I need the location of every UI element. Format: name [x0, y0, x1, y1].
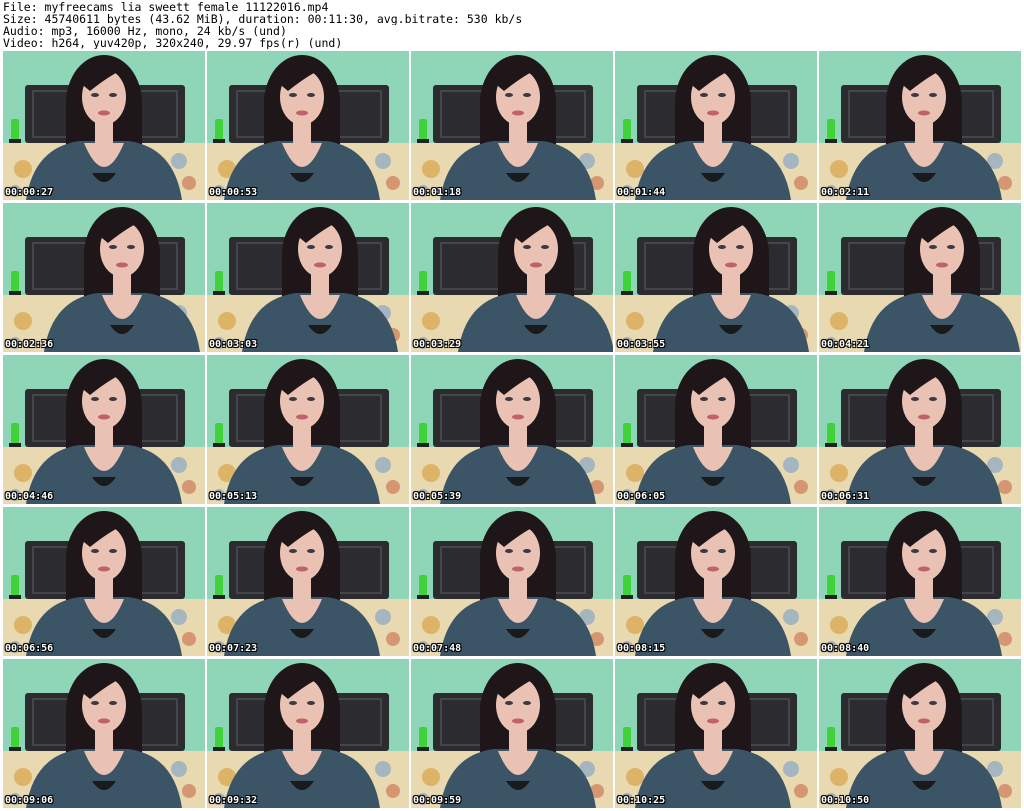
video-frame-image [3, 51, 205, 200]
video-thumbnail: 00:02:36 [3, 203, 205, 352]
video-thumbnail: 00:10:25 [615, 659, 817, 808]
thumbnail-timestamp: 00:03:55 [617, 339, 666, 350]
thumbnail-timestamp: 00:07:48 [413, 643, 462, 654]
thumbnail-timestamp: 00:02:36 [5, 339, 54, 350]
video-thumbnail: 00:08:40 [819, 507, 1021, 656]
thumbnail-timestamp: 00:02:11 [821, 187, 870, 198]
video-thumbnail: 00:07:48 [411, 507, 613, 656]
audio-info-line: Audio: mp3, 16000 Hz, mono, 24 kb/s (und… [3, 25, 287, 37]
video-thumbnail: 00:06:05 [615, 355, 817, 504]
video-thumbnail: 00:06:31 [819, 355, 1021, 504]
thumbnail-timestamp: 00:03:29 [413, 339, 462, 350]
thumbnail-timestamp: 00:05:39 [413, 491, 462, 502]
thumbnail-timestamp: 00:10:25 [617, 795, 666, 806]
thumbnail-timestamp: 00:04:46 [5, 491, 54, 502]
thumbnail-timestamp: 00:06:05 [617, 491, 666, 502]
video-thumbnail: 00:07:23 [207, 507, 409, 656]
video-frame-image [819, 355, 1021, 504]
file-info-header: File: myfreecams_lia_sweett_female_11122… [3, 1, 1021, 49]
video-frame-image [615, 659, 817, 808]
video-frame-image [3, 507, 205, 656]
thumbnail-timestamp: 00:00:27 [5, 187, 54, 198]
video-thumbnail: 00:09:59 [411, 659, 613, 808]
video-thumbnail: 00:01:44 [615, 51, 817, 200]
thumbnail-timestamp: 00:09:06 [5, 795, 54, 806]
thumbnail-timestamp: 00:07:23 [209, 643, 258, 654]
video-thumbnail: 00:03:55 [615, 203, 817, 352]
file-name-line: File: myfreecams_lia_sweett_female_11122… [3, 1, 329, 13]
video-frame-image [207, 355, 409, 504]
video-thumbnail: 00:10:50 [819, 659, 1021, 808]
video-thumbnail: 00:04:46 [3, 355, 205, 504]
thumbnail-timestamp: 00:03:03 [209, 339, 258, 350]
thumbnail-grid: 00:00:27 00:00:53 00:01:18 00:01:44 00:02:11… [3, 51, 1021, 811]
thumbnail-timestamp: 00:00:53 [209, 187, 258, 198]
video-thumbnail: 00:02:11 [819, 51, 1021, 200]
video-frame-image [411, 203, 613, 352]
video-frame-image [3, 355, 205, 504]
file-size-line: Size: 45740611 bytes (43.62 MiB), durati… [3, 13, 523, 25]
thumbnail-timestamp: 00:01:44 [617, 187, 666, 198]
video-frame-image [819, 507, 1021, 656]
thumbnail-timestamp: 00:06:31 [821, 491, 870, 502]
thumbnail-timestamp: 00:04:21 [821, 339, 870, 350]
thumbnail-timestamp: 00:06:56 [5, 643, 54, 654]
thumbnail-timestamp: 00:09:32 [209, 795, 258, 806]
video-thumbnail: 00:04:21 [819, 203, 1021, 352]
video-frame-image [411, 355, 613, 504]
thumbnail-timestamp: 00:01:18 [413, 187, 462, 198]
video-thumbnail: 00:08:15 [615, 507, 817, 656]
video-frame-image [207, 659, 409, 808]
video-frame-image [819, 203, 1021, 352]
video-frame-image [819, 659, 1021, 808]
thumbnail-timestamp: 00:08:40 [821, 643, 870, 654]
video-thumbnail: 00:09:32 [207, 659, 409, 808]
video-thumbnail: 00:06:56 [3, 507, 205, 656]
thumbnail-timestamp: 00:08:15 [617, 643, 666, 654]
video-frame-image [411, 659, 613, 808]
video-frame-image [207, 203, 409, 352]
video-frame-image [615, 203, 817, 352]
video-frame-image [207, 507, 409, 656]
video-frame-image [615, 507, 817, 656]
video-frame-image [3, 203, 205, 352]
video-frame-image [3, 659, 205, 808]
video-frame-image [615, 51, 817, 200]
thumbnail-timestamp: 00:09:59 [413, 795, 462, 806]
video-frame-image [615, 355, 817, 504]
thumbnail-timestamp: 00:05:13 [209, 491, 258, 502]
video-frame-image [207, 51, 409, 200]
video-frame-image [411, 507, 613, 656]
video-thumbnail: 00:00:53 [207, 51, 409, 200]
video-thumbnail: 00:05:39 [411, 355, 613, 504]
video-thumbnail: 00:00:27 [3, 51, 205, 200]
video-frame-image [411, 51, 613, 200]
video-info-line: Video: h264, yuv420p, 320x240, 29.97 fps… [3, 37, 343, 49]
thumbnail-timestamp: 00:10:50 [821, 795, 870, 806]
video-frame-image [819, 51, 1021, 200]
video-thumbnail: 00:03:29 [411, 203, 613, 352]
video-thumbnail: 00:03:03 [207, 203, 409, 352]
video-thumbnail: 00:09:06 [3, 659, 205, 808]
video-thumbnail: 00:05:13 [207, 355, 409, 504]
video-thumbnail: 00:01:18 [411, 51, 613, 200]
